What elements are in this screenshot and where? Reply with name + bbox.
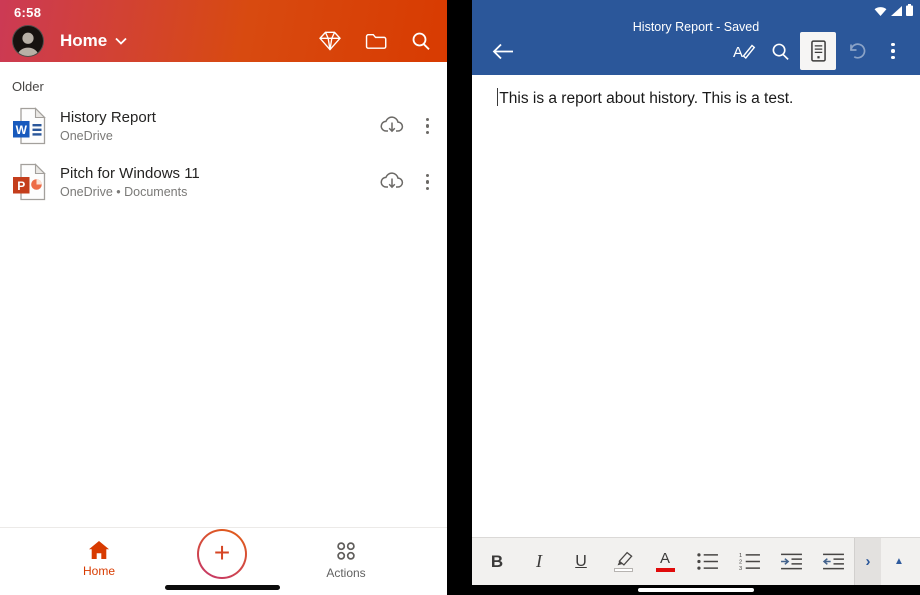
font-color-button[interactable]: A xyxy=(644,538,686,585)
gesture-bar-strip xyxy=(472,585,920,595)
person-silhouette xyxy=(17,32,39,56)
underline-button[interactable]: U xyxy=(560,538,602,585)
highlight-color-swatch xyxy=(613,567,633,573)
word-editor-panel: History Report - Saved A This is a repor… xyxy=(472,0,920,595)
increase-indent-button[interactable] xyxy=(770,538,812,585)
search-icon[interactable] xyxy=(411,31,431,51)
nav-label-home: Home xyxy=(82,564,115,578)
file-title: Pitch for Windows 11 xyxy=(60,165,200,182)
svg-text:3: 3 xyxy=(739,566,742,571)
file-row-pitch-windows11[interactable]: P Pitch for Windows 11 OneDrive • Docume… xyxy=(0,154,447,210)
svg-text:2: 2 xyxy=(739,560,742,566)
bold-button[interactable]: B xyxy=(476,538,518,585)
editor-header: History Report - Saved A xyxy=(472,0,920,75)
word-file-icon: W xyxy=(13,107,46,145)
numbered-list-button[interactable]: 123 xyxy=(728,538,770,585)
font-color-swatch xyxy=(655,567,675,573)
highlighter-pen-icon xyxy=(617,551,633,566)
back-button[interactable] xyxy=(486,32,520,70)
office-home-panel: 6:58 Home Older W History Report OneDriv… xyxy=(0,0,447,595)
overflow-dots-icon xyxy=(887,39,899,64)
font-color-letter: A xyxy=(659,549,670,567)
decrease-indent-icon xyxy=(822,553,844,570)
mobile-view-toggle-button[interactable] xyxy=(800,32,836,70)
cellular-signal-icon xyxy=(891,6,902,16)
document-text: This is a report about history. This is … xyxy=(499,90,794,107)
file-location: OneDrive xyxy=(60,129,113,143)
find-button[interactable] xyxy=(763,32,797,70)
account-avatar[interactable] xyxy=(12,25,44,57)
bullet-list-button[interactable] xyxy=(686,538,728,585)
download-cloud-icon[interactable] xyxy=(380,170,404,194)
chevron-down-icon[interactable] xyxy=(115,37,127,45)
download-cloud-icon[interactable] xyxy=(380,114,404,138)
nav-tab-home[interactable]: Home xyxy=(57,541,141,578)
svg-text:A: A xyxy=(733,44,743,61)
ink-formatting-button[interactable]: A xyxy=(726,32,760,70)
nav-label-actions: Actions xyxy=(326,566,366,580)
status-bar-icons xyxy=(874,4,913,16)
home-icon xyxy=(89,541,109,559)
undo-icon xyxy=(850,43,866,59)
svg-text:1: 1 xyxy=(739,553,742,559)
file-row-history-report[interactable]: W History Report OneDrive xyxy=(0,98,447,154)
search-icon xyxy=(772,43,789,60)
folder-icon[interactable] xyxy=(365,32,387,50)
split-screen-divider[interactable] xyxy=(447,0,472,595)
formatting-toolbar: B I U A 123 › ▲ xyxy=(472,537,920,585)
svg-text:W: W xyxy=(16,123,28,137)
bullet-list-icon xyxy=(696,553,718,570)
actions-circles-icon xyxy=(337,542,355,560)
pen-a-icon: A xyxy=(733,44,755,61)
file-location: OneDrive • Documents xyxy=(60,185,188,199)
mobile-view-icon xyxy=(810,40,826,62)
nav-tab-actions[interactable]: Actions xyxy=(304,541,388,580)
premium-gem-icon[interactable] xyxy=(319,31,341,51)
increase-indent-icon xyxy=(780,553,802,570)
plus-icon: + xyxy=(213,537,231,568)
collapse-toolbar-button[interactable]: ▲ xyxy=(881,538,917,585)
decrease-indent-button[interactable] xyxy=(812,538,854,585)
italic-button[interactable]: I xyxy=(518,538,560,585)
file-section-label: Older xyxy=(12,79,44,94)
powerpoint-file-icon: P xyxy=(13,163,46,201)
create-new-button[interactable]: + xyxy=(197,529,247,579)
gesture-home-indicator[interactable] xyxy=(165,585,280,590)
bottom-navigation: Home + Actions xyxy=(0,527,447,595)
gesture-home-indicator[interactable] xyxy=(638,587,754,593)
toolbar-more-scroll[interactable]: › xyxy=(854,538,881,585)
file-overflow-menu-icon[interactable] xyxy=(422,114,434,139)
editor-overflow-menu-button[interactable] xyxy=(876,32,910,70)
numbered-list-icon: 123 xyxy=(739,553,760,571)
home-header: 6:58 Home xyxy=(0,0,447,62)
page-title[interactable]: Home xyxy=(60,31,107,51)
file-overflow-menu-icon[interactable] xyxy=(422,170,434,195)
battery-icon xyxy=(906,4,913,16)
file-title: History Report xyxy=(60,109,156,126)
status-time: 6:58 xyxy=(14,5,42,20)
undo-button xyxy=(839,32,873,70)
wifi-icon xyxy=(874,7,887,16)
svg-text:P: P xyxy=(17,179,25,193)
highlight-button[interactable] xyxy=(602,538,644,585)
back-arrow-icon xyxy=(492,43,513,59)
document-canvas[interactable]: This is a report about history. This is … xyxy=(472,75,920,537)
